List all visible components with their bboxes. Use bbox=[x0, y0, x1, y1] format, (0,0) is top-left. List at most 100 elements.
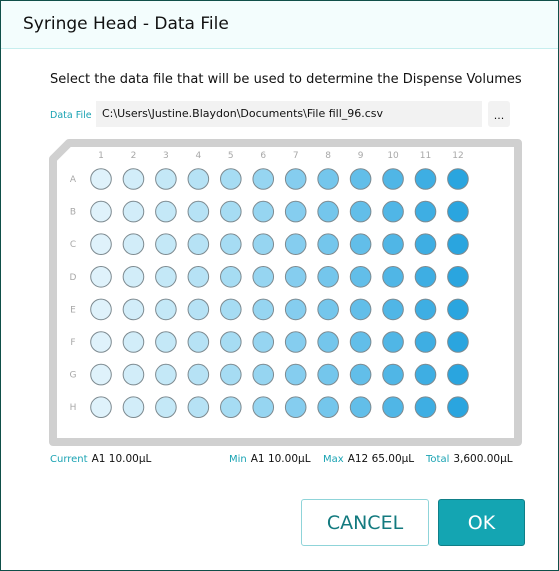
well-E5[interactable] bbox=[220, 298, 242, 321]
well-F2[interactable] bbox=[122, 331, 145, 353]
well-D3[interactable] bbox=[155, 266, 177, 288]
well-B7[interactable] bbox=[284, 200, 307, 223]
well-F1[interactable] bbox=[90, 331, 112, 353]
well-D11[interactable] bbox=[414, 266, 437, 288]
well-C1[interactable] bbox=[90, 233, 112, 255]
cancel-button[interactable]: CANCEL bbox=[301, 499, 429, 546]
well-B2[interactable] bbox=[122, 200, 145, 223]
well-C9[interactable] bbox=[349, 233, 372, 255]
well-G7[interactable] bbox=[284, 363, 307, 386]
well-B5[interactable] bbox=[220, 200, 242, 223]
well-F3[interactable] bbox=[155, 331, 177, 353]
well-D6[interactable] bbox=[252, 266, 275, 288]
well-E9[interactable] bbox=[349, 298, 372, 321]
well-B11[interactable] bbox=[414, 200, 437, 223]
well-D2[interactable] bbox=[122, 266, 145, 288]
well-C6[interactable] bbox=[252, 233, 275, 255]
well-C2[interactable] bbox=[122, 233, 145, 255]
well-A11[interactable] bbox=[414, 168, 437, 190]
column-label: 4 bbox=[195, 151, 201, 161]
well-H6[interactable] bbox=[252, 396, 275, 419]
well-D1[interactable] bbox=[90, 266, 112, 288]
well-B10[interactable] bbox=[382, 200, 404, 223]
column-label: 2 bbox=[131, 151, 137, 161]
well-H10[interactable] bbox=[382, 396, 404, 419]
well-F10[interactable] bbox=[382, 331, 404, 353]
well-D8[interactable] bbox=[317, 266, 339, 288]
well-H12[interactable] bbox=[447, 396, 469, 419]
well-H1[interactable] bbox=[90, 396, 112, 419]
well-G1[interactable] bbox=[90, 363, 112, 386]
well-H9[interactable] bbox=[349, 396, 372, 419]
well-A6[interactable] bbox=[252, 168, 275, 190]
well-D5[interactable] bbox=[220, 266, 242, 288]
well-H2[interactable] bbox=[122, 396, 145, 419]
well-C11[interactable] bbox=[414, 233, 437, 255]
well-D12[interactable] bbox=[447, 266, 469, 288]
well-C8[interactable] bbox=[317, 233, 339, 255]
well-H11[interactable] bbox=[414, 396, 437, 419]
well-A10[interactable] bbox=[382, 168, 404, 190]
well-E11[interactable] bbox=[414, 298, 437, 321]
well-G8[interactable] bbox=[317, 363, 339, 386]
well-G3[interactable] bbox=[155, 363, 177, 386]
well-G9[interactable] bbox=[349, 363, 372, 386]
well-E4[interactable] bbox=[187, 298, 210, 321]
ok-button[interactable]: OK bbox=[438, 499, 525, 546]
well-C10[interactable] bbox=[382, 233, 404, 255]
well-A9[interactable] bbox=[349, 168, 372, 190]
well-C5[interactable] bbox=[220, 233, 242, 255]
well-E12[interactable] bbox=[447, 298, 469, 321]
well-A2[interactable] bbox=[122, 168, 145, 190]
well-C7[interactable] bbox=[284, 233, 307, 255]
well-A12[interactable] bbox=[447, 168, 469, 190]
well-G2[interactable] bbox=[122, 363, 145, 386]
well-H4[interactable] bbox=[187, 396, 210, 419]
well-D4[interactable] bbox=[187, 266, 210, 288]
well-F4[interactable] bbox=[187, 331, 210, 353]
well-E8[interactable] bbox=[317, 298, 339, 321]
well-B6[interactable] bbox=[252, 200, 275, 223]
well-G11[interactable] bbox=[414, 363, 437, 386]
well-D10[interactable] bbox=[382, 266, 404, 288]
well-A1[interactable] bbox=[90, 168, 112, 190]
well-B4[interactable] bbox=[187, 200, 210, 223]
well-E1[interactable] bbox=[90, 298, 112, 321]
well-H3[interactable] bbox=[155, 396, 177, 419]
well-D9[interactable] bbox=[349, 266, 372, 288]
well-H5[interactable] bbox=[220, 396, 242, 419]
well-B9[interactable] bbox=[349, 200, 372, 223]
well-F5[interactable] bbox=[220, 331, 242, 353]
well-B3[interactable] bbox=[155, 200, 177, 223]
well-E7[interactable] bbox=[284, 298, 307, 321]
well-A7[interactable] bbox=[284, 168, 307, 190]
well-C12[interactable] bbox=[447, 233, 469, 255]
well-A5[interactable] bbox=[220, 168, 242, 190]
well-E2[interactable] bbox=[122, 298, 145, 321]
well-A4[interactable] bbox=[187, 168, 210, 190]
well-A8[interactable] bbox=[317, 168, 339, 190]
well-H7[interactable] bbox=[284, 396, 307, 419]
well-E10[interactable] bbox=[382, 298, 404, 321]
well-G12[interactable] bbox=[447, 363, 469, 386]
well-A3[interactable] bbox=[155, 168, 177, 190]
well-F11[interactable] bbox=[414, 331, 437, 353]
well-C3[interactable] bbox=[155, 233, 177, 255]
well-F8[interactable] bbox=[317, 331, 339, 353]
well-G4[interactable] bbox=[187, 363, 210, 386]
well-C4[interactable] bbox=[187, 233, 210, 255]
well-G6[interactable] bbox=[252, 363, 275, 386]
well-B12[interactable] bbox=[447, 200, 469, 223]
well-E6[interactable] bbox=[252, 298, 275, 321]
well-B8[interactable] bbox=[317, 200, 339, 223]
well-F9[interactable] bbox=[349, 331, 372, 353]
well-F7[interactable] bbox=[284, 331, 307, 353]
well-E3[interactable] bbox=[155, 298, 177, 321]
well-F12[interactable] bbox=[447, 331, 469, 353]
well-F6[interactable] bbox=[252, 331, 275, 353]
well-H8[interactable] bbox=[317, 396, 339, 419]
well-B1[interactable] bbox=[90, 200, 112, 223]
well-G10[interactable] bbox=[382, 363, 404, 386]
well-D7[interactable] bbox=[284, 266, 307, 288]
well-G5[interactable] bbox=[220, 363, 242, 386]
